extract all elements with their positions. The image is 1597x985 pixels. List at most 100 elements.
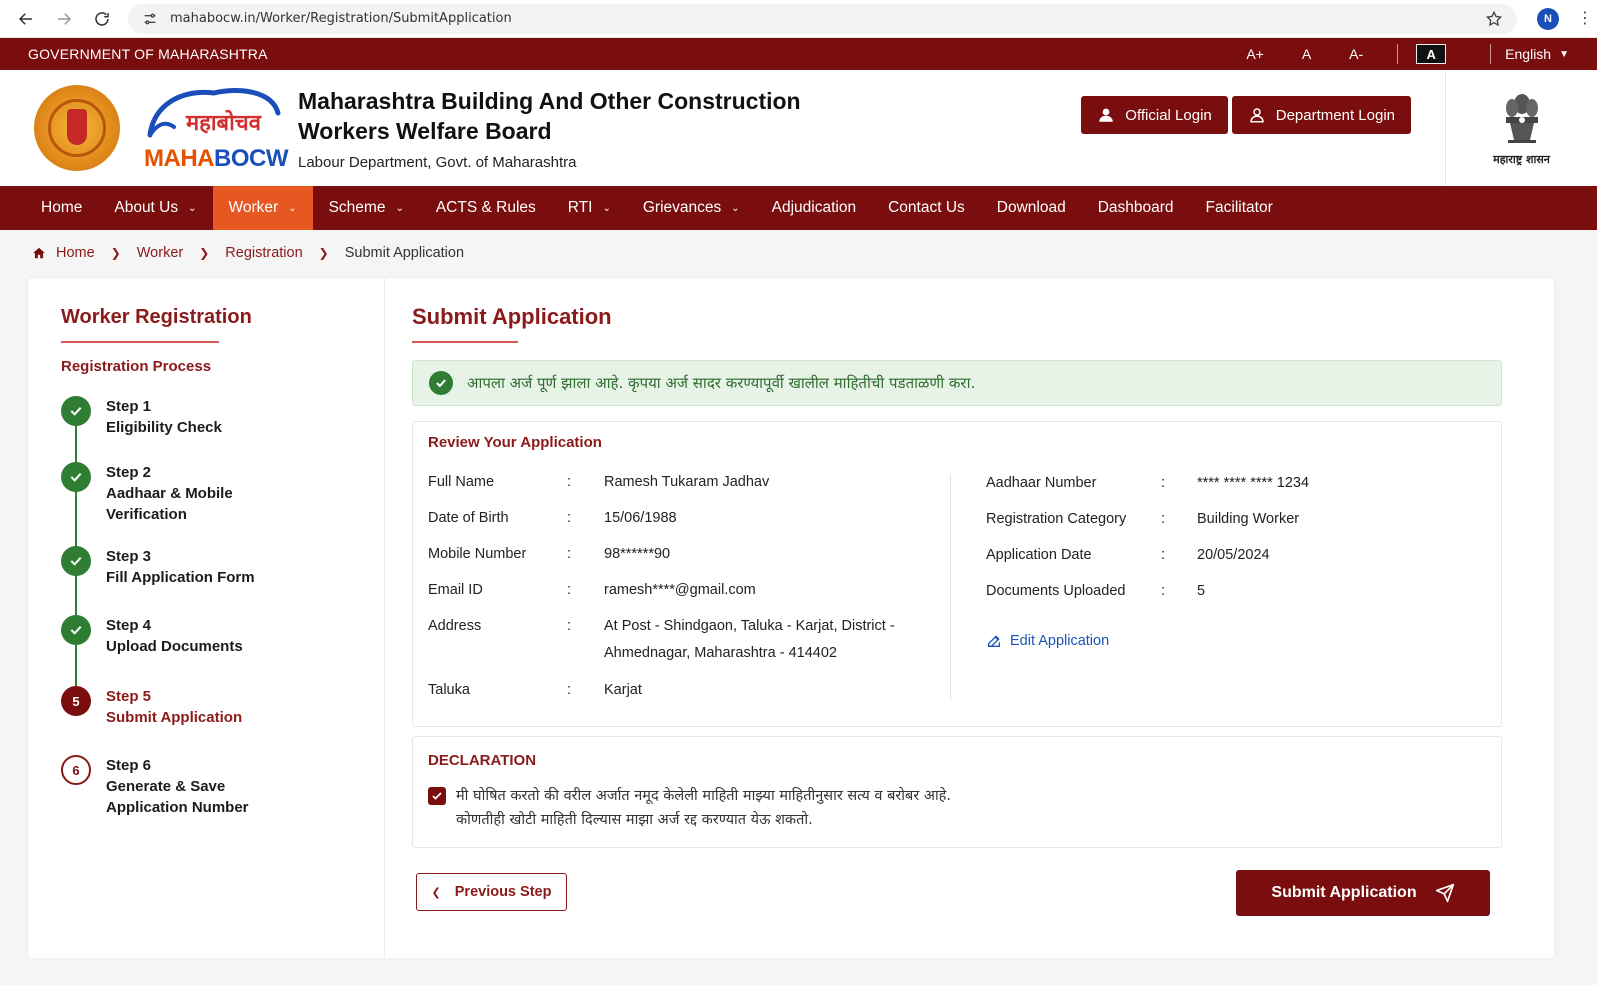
reload-icon[interactable]	[90, 7, 114, 31]
nav-worker[interactable]: Worker ⌄	[212, 186, 313, 230]
forward-arrow-icon[interactable]	[52, 7, 76, 31]
step-connector	[75, 492, 77, 548]
step-number: Step 3	[106, 548, 152, 565]
step-number: Step 4	[106, 617, 152, 634]
divider	[1490, 44, 1492, 64]
mahabocw-logo[interactable]: महाबोचव MAHABOCW	[144, 83, 288, 173]
step-connector	[75, 426, 77, 466]
chevron-down-icon: ▼	[1559, 48, 1569, 60]
declaration-line-1: मी घोषित करतो की वरील अर्जात नमूद केलेली…	[456, 788, 951, 804]
bookmark-star-icon[interactable]	[1485, 10, 1503, 28]
nav-grievances[interactable]: Grievances ⌄	[627, 186, 756, 230]
nav-download[interactable]: Download	[981, 186, 1082, 230]
page-title: Submit Application	[412, 304, 612, 329]
process-label: Registration Process	[61, 358, 212, 375]
check-icon	[61, 396, 91, 426]
browser-toolbar: mahabocw.in/Worker/Registration/SubmitAp…	[0, 0, 1597, 38]
field-value: 20/05/2024	[1197, 547, 1270, 563]
profile-avatar[interactable]: N	[1537, 7, 1559, 30]
field-label: Documents Uploaded	[986, 583, 1126, 599]
font-size-controls: A+ A A-	[1208, 46, 1363, 62]
font-decrease-button[interactable]: A-	[1349, 46, 1363, 62]
nav-dashboard[interactable]: Dashboard	[1082, 186, 1190, 230]
nav-about-us[interactable]: About Us ⌄	[98, 186, 212, 230]
org-title-line-1: Maharashtra Building And Other Construct…	[298, 87, 801, 114]
main-navigation: Home About Us ⌄ Worker ⌄ Scheme ⌄ ACTS & Ru…	[0, 186, 1597, 230]
chevron-down-icon: ⌄	[395, 202, 404, 214]
site-settings-icon[interactable]	[142, 11, 158, 27]
nav-contact-us[interactable]: Contact Us	[872, 186, 981, 230]
step-badge: 6	[61, 755, 91, 785]
field-value: Building Worker	[1197, 511, 1300, 527]
submit-application-button[interactable]: Submit Application	[1236, 870, 1490, 916]
breadcrumb: Home ❯ Worker ❯ Registration ❯ Submit Ap…	[0, 230, 1597, 276]
step-connector	[75, 645, 77, 686]
high-contrast-button[interactable]: A	[1416, 44, 1447, 64]
step-name: Aadhaar & Mobile Verification	[106, 485, 233, 523]
field-value: 98******90	[604, 546, 671, 562]
field-colon: :	[567, 546, 572, 562]
title-underline	[412, 341, 518, 343]
declaration-text: मी घोषित करतो की वरील अर्जात नमूद केलेली…	[456, 784, 951, 832]
field-colon: :	[567, 582, 572, 598]
back-arrow-icon[interactable]	[14, 7, 38, 31]
nav-acts-rules[interactable]: ACTS & Rules	[420, 186, 552, 230]
home-icon	[33, 247, 45, 259]
edit-application-link[interactable]: Edit Application	[986, 633, 1109, 649]
language-label: English	[1505, 46, 1552, 62]
declaration-line-2: कोणतीही खोटी माहिती दिल्यास माझा अर्ज रद…	[456, 812, 813, 828]
edit-icon	[988, 635, 1000, 647]
step-number: Step 5	[106, 688, 152, 705]
field-colon: :	[1161, 475, 1166, 491]
chevron-down-icon: ⌄	[602, 202, 611, 214]
browser-menu-icon[interactable]: ⋮	[1577, 10, 1593, 27]
check-icon	[61, 615, 91, 645]
nav-adjudication[interactable]: Adjudication	[756, 186, 872, 230]
breadcrumb-worker[interactable]: Worker	[137, 245, 183, 261]
nav-home[interactable]: Home	[25, 186, 98, 230]
department-login-button[interactable]: Department Login	[1231, 96, 1411, 134]
review-card: Review Your Application Full Name : Rame…	[412, 421, 1502, 727]
review-heading: Review Your Application	[428, 434, 602, 451]
font-increase-button[interactable]: A+	[1246, 46, 1264, 62]
official-login-button[interactable]: Official Login	[1081, 96, 1228, 134]
breadcrumb-registration[interactable]: Registration	[225, 245, 302, 261]
declaration-checkbox[interactable]	[428, 787, 446, 805]
field-value: 15/06/1988	[604, 510, 677, 526]
field-value: Ramesh Tukaram Jadhav	[604, 474, 770, 490]
chevron-down-icon: ⌄	[188, 202, 197, 214]
emblem-label: महाराष्ट्र शासन	[1493, 152, 1550, 166]
field-label: Mobile Number	[428, 546, 527, 562]
field-label: Taluka	[428, 682, 470, 698]
divider	[1397, 44, 1399, 64]
registration-sidebar: Worker Registration Registration Process…	[28, 278, 385, 958]
site-header: महाबोचव MAHABOCW Maharashtra Building An…	[0, 70, 1597, 186]
nav-scheme[interactable]: Scheme ⌄	[313, 186, 420, 230]
check-circle-icon	[429, 371, 453, 395]
user-icon	[1099, 108, 1114, 122]
address-bar[interactable]: mahabocw.in/Worker/Registration/SubmitAp…	[128, 3, 1517, 34]
field-label: Aadhaar Number	[986, 475, 1097, 491]
gov-top-bar: GOVERNMENT OF MAHARASHTRA A+ A A- A Engl…	[0, 38, 1597, 70]
organization-name: Maharashtra Building And Other Construct…	[298, 86, 801, 171]
field-value: **** **** **** 1234	[1197, 475, 1310, 491]
field-value: 5	[1197, 583, 1206, 599]
chevron-right-icon: ❯	[318, 246, 329, 260]
success-alert: आपला अर्ज पूर्ण झाला आहे. कृपया अर्ज साद…	[412, 360, 1502, 406]
nav-rti[interactable]: RTI ⌄	[552, 186, 627, 230]
maharashtra-seal-logo	[34, 85, 120, 171]
nav-facilitator[interactable]: Facilitator	[1190, 186, 1289, 230]
alert-text: आपला अर्ज पूर्ण झाला आहे. कृपया अर्ज साद…	[467, 374, 976, 392]
previous-step-button[interactable]: ❮ Previous Step	[416, 873, 567, 911]
step-number: Step 6	[106, 757, 152, 774]
font-normal-button[interactable]: A	[1302, 46, 1311, 62]
field-label: Application Date	[986, 547, 1092, 563]
logo-latin-text: MAHABOCW	[144, 145, 288, 172]
language-select[interactable]: English ▼	[1505, 46, 1569, 62]
breadcrumb-home[interactable]: Home	[56, 245, 95, 261]
field-value: At Post - Shindgaon, Taluka - Karjat, Di…	[604, 618, 895, 661]
step-badge: 5	[61, 686, 91, 716]
field-value: ramesh****@gmail.com	[604, 582, 756, 598]
org-subtitle: Labour Department, Govt. of Maharashtra	[298, 153, 577, 171]
field-colon: :	[567, 474, 572, 490]
